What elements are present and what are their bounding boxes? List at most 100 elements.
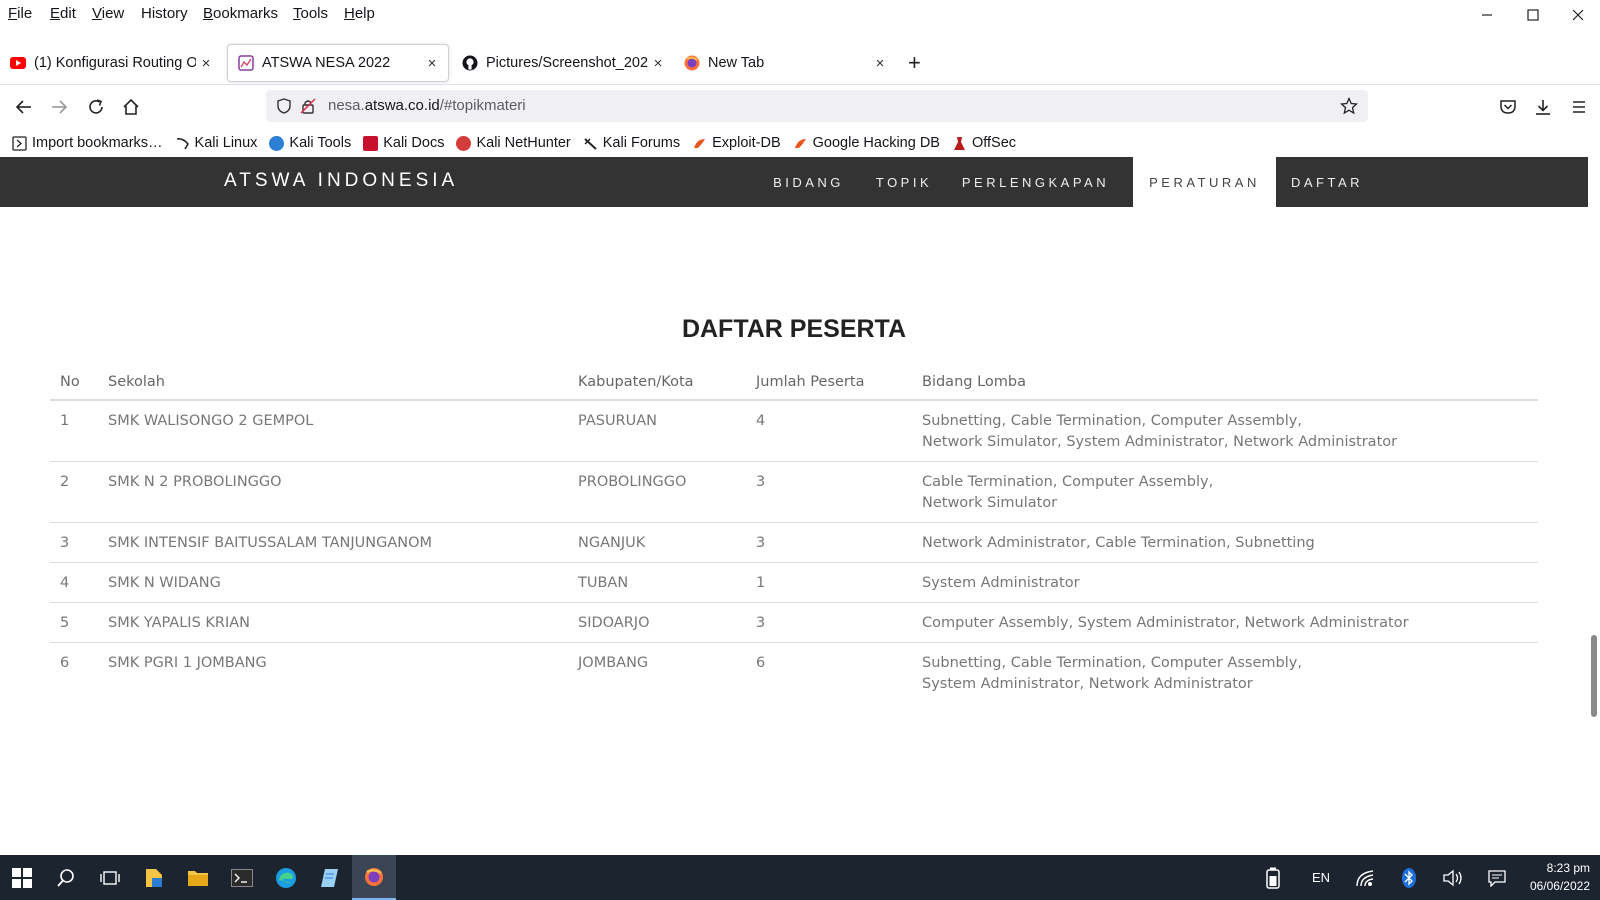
ghdb-icon: [793, 136, 808, 151]
tab-new-tab[interactable]: New Tab ×: [674, 44, 896, 82]
taskbar-notepad[interactable]: [308, 855, 352, 900]
bookmark-kali-docs[interactable]: Kali Docs: [363, 135, 444, 151]
task-view-button[interactable]: [88, 855, 132, 900]
cell-jumlah: 6: [756, 655, 766, 671]
tab-youtube[interactable]: (1) Konfigurasi Routing O ×: [0, 44, 222, 82]
close-window-button[interactable]: [1555, 0, 1600, 30]
cell-kota: PASURUAN: [568, 400, 746, 462]
cell-bidang: System Administrator: [912, 562, 1538, 603]
file-icon: [146, 868, 162, 887]
system-clock[interactable]: 8:23 pm 06/06/2022: [1530, 859, 1590, 895]
task-view-icon: [100, 870, 120, 885]
star-bookmark-icon[interactable]: [1340, 97, 1358, 115]
folder-icon: [188, 870, 208, 886]
search-button[interactable]: [44, 855, 88, 900]
clock-date: 06/06/2022: [1529, 879, 1590, 893]
bookmark-kali-nethunter[interactable]: Kali NetHunter: [456, 135, 571, 151]
battery-icon: [1266, 867, 1280, 889]
cell-bidang: Subnetting, Cable Termination, Computer …: [922, 655, 1302, 692]
bookmark-kali-tools[interactable]: Kali Tools: [269, 135, 351, 151]
kali-forums-icon: [583, 136, 598, 151]
battery-indicator[interactable]: [1258, 855, 1288, 900]
notepad-icon: [321, 868, 338, 887]
scrollbar-thumb[interactable]: [1591, 635, 1597, 717]
cell-sekolah: SMK WALISONGO 2 GEMPOL: [98, 400, 568, 462]
site-nav-peraturan[interactable]: PERATURAN: [1133, 157, 1276, 207]
taskbar-terminal[interactable]: [220, 855, 264, 900]
kali-docs-icon: [363, 135, 379, 151]
download-icon: [1536, 100, 1550, 115]
url-text: nesa.atswa.co.id/#topikmateri: [328, 97, 526, 114]
cell-no: 1: [50, 400, 98, 462]
menu-view[interactable]: View: [92, 5, 124, 22]
tab-close-button[interactable]: ×: [196, 55, 216, 72]
cell-kota: JOMBANG: [578, 655, 649, 671]
start-button[interactable]: [0, 855, 44, 900]
cell-sekolah: SMK N 2 PROBOLINGGO: [98, 461, 568, 523]
url-bar[interactable]: nesa.atswa.co.id/#topikmateri: [266, 90, 1368, 122]
home-button[interactable]: [117, 93, 145, 121]
column-header-kota: Kabupaten/Kota: [568, 364, 746, 401]
tab-close-button[interactable]: ×: [870, 55, 890, 72]
taskbar-firefox[interactable]: [352, 855, 396, 900]
volume-indicator[interactable]: [1438, 855, 1468, 900]
bookmark-kali-forums[interactable]: Kali Forums: [583, 135, 680, 151]
minimize-button[interactable]: [1464, 0, 1510, 30]
search-icon: [57, 868, 74, 887]
shield-icon[interactable]: [276, 98, 292, 114]
tab-strip: (1) Konfigurasi Routing O × ATSWA NESA 2…: [0, 42, 1600, 84]
bookmark-google-hacking-db[interactable]: Google Hacking DB: [793, 135, 940, 151]
column-header-no: No: [50, 364, 98, 401]
back-button[interactable]: [10, 93, 38, 121]
site-nav-topik[interactable]: TOPIK: [858, 157, 950, 207]
network-indicator[interactable]: [1350, 855, 1380, 900]
forward-button[interactable]: [45, 93, 73, 121]
new-tab-button[interactable]: +: [908, 50, 921, 76]
tab-title: (1) Konfigurasi Routing O: [34, 55, 196, 71]
participants-table: No Sekolah Kabupaten/Kota Jumlah Peserta…: [50, 364, 1538, 703]
insecure-lock-icon[interactable]: [300, 98, 316, 114]
menu-bookmarks[interactable]: Bookmarks: [203, 5, 278, 22]
reload-button[interactable]: [82, 93, 110, 121]
page-scrollbar[interactable]: [1588, 157, 1600, 854]
site-navbar: ATSWA INDONESIA BIDANG TOPIK PERLENGKAPA…: [0, 157, 1588, 207]
tab-title: Pictures/Screenshot_202: [486, 55, 648, 71]
site-brand[interactable]: ATSWA INDONESIA: [224, 170, 458, 192]
tab-atswa[interactable]: ATSWA NESA 2022 ×: [227, 44, 449, 82]
clock-time: 8:23 pm: [1546, 861, 1590, 875]
bookmark-exploit-db[interactable]: Exploit-DB: [692, 135, 781, 151]
menu-file[interactable]: File: [8, 5, 32, 22]
bookmark-import[interactable]: Import bookmarks…: [12, 135, 163, 151]
menu-history[interactable]: History: [141, 5, 188, 22]
menu-edit[interactable]: Edit: [50, 5, 76, 22]
navigation-toolbar: nesa.atswa.co.id/#topikmateri: [0, 84, 1600, 128]
menu-tools[interactable]: Tools: [293, 5, 328, 22]
taskbar-edge[interactable]: [264, 855, 308, 900]
site-nav-perlengkapan[interactable]: PERLENGKAPAN: [953, 157, 1118, 207]
tab-close-button[interactable]: ×: [648, 55, 668, 72]
site-nav-bidang[interactable]: BIDANG: [761, 157, 856, 207]
table-header-row: No Sekolah Kabupaten/Kota Jumlah Peserta…: [50, 364, 1538, 401]
app-menu-button[interactable]: [1565, 93, 1593, 121]
bookmark-offsec[interactable]: OffSec: [952, 135, 1016, 151]
tab-close-button[interactable]: ×: [422, 55, 442, 72]
bookmark-kali-linux[interactable]: Kali Linux: [175, 135, 257, 151]
maximize-button[interactable]: [1510, 0, 1556, 30]
notifications-button[interactable]: [1482, 855, 1512, 900]
column-header-bidang: Bidang Lomba: [912, 364, 1538, 401]
site-nav-daftar[interactable]: DAFTAR: [1276, 157, 1378, 207]
column-header-sekolah: Sekolah: [98, 364, 568, 401]
cell-kota: TUBAN: [568, 562, 746, 603]
cell-jumlah: 3: [746, 602, 912, 643]
kali-icon: [175, 136, 190, 151]
taskbar-file-explorer[interactable]: [176, 855, 220, 900]
pocket-button[interactable]: [1494, 93, 1522, 121]
downloads-button[interactable]: [1529, 93, 1557, 121]
taskbar-file-explorer-pinned[interactable]: [132, 855, 176, 900]
tab-github[interactable]: Pictures/Screenshot_202 ×: [452, 44, 674, 82]
language-indicator[interactable]: EN: [1306, 855, 1336, 900]
notification-icon: [1488, 869, 1506, 887]
bluetooth-indicator[interactable]: [1394, 855, 1424, 900]
menu-help[interactable]: Help: [344, 5, 375, 22]
cell-sekolah: SMK N WIDANG: [98, 562, 568, 603]
